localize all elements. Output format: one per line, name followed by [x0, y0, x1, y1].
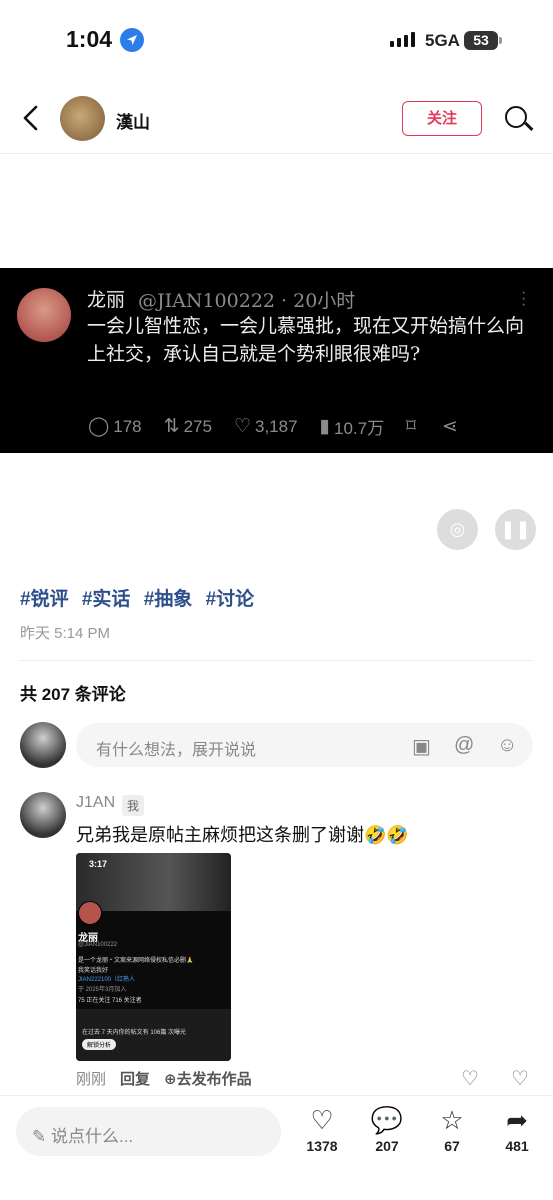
tag-link[interactable]: #讨论 — [206, 589, 255, 610]
img-avatar — [78, 901, 102, 925]
img-button: 解锁分析 — [82, 1039, 117, 1050]
search-icon[interactable] — [505, 106, 527, 128]
comment-dislike-icon[interactable]: ♡ — [511, 1066, 529, 1091]
like-total: 1378 — [306, 1138, 338, 1154]
self-badge: 我 — [122, 795, 145, 816]
img-line2: 我笑话我好 — [78, 968, 109, 974]
img-line5: 75 正在关注 716 关注者 — [78, 998, 142, 1004]
reply-count: 178 — [113, 416, 142, 436]
battery-icon: 53 — [464, 31, 498, 50]
img-line6: 在过去 7 天内你的帖文有 106篇 次曝光 — [82, 1030, 187, 1036]
scan-icon[interactable]: ◎ — [437, 509, 478, 550]
comment-meta: 刚刚 回复 ⊕去发布作品 — [76, 1068, 252, 1089]
view-count: 10.7万 — [334, 419, 385, 438]
comment-avatar[interactable] — [20, 792, 66, 838]
search-icon-handle — [524, 121, 534, 131]
reply-button[interactable]: 回复 — [120, 1071, 150, 1088]
img-line4: 于 2025年3月加入 — [78, 987, 127, 993]
share-action[interactable]: ➦ 481 — [487, 1104, 547, 1154]
like-icon: ♡ — [233, 416, 251, 437]
battery-tip — [499, 37, 502, 44]
comment-action[interactable]: 💬 207 — [357, 1104, 417, 1154]
tag-link[interactable]: #锐评 — [20, 589, 69, 610]
views-icon: ▮ — [319, 416, 330, 437]
retweet-icon: ⇅ — [163, 416, 180, 437]
img-line3: JIAN222100（红熟人 — [78, 977, 136, 983]
comment-count: 共 207 条评论 — [20, 685, 126, 704]
like-action[interactable]: ♡ 1378 — [292, 1104, 352, 1154]
img-handle: @JIAN100222 — [78, 942, 118, 948]
signal-icon — [390, 32, 415, 47]
tweet-text: 一会儿智性恋，一会儿慕强批，现在又开始搞什么向上社交，承认自己就是个势利眼很难吗… — [87, 315, 525, 365]
favorite-total: 67 — [444, 1138, 460, 1154]
divider — [0, 153, 553, 154]
image-icon[interactable]: ▣ — [412, 734, 431, 759]
heart-icon: ♡ — [310, 1105, 334, 1135]
tweet-stats: ◯ 178 ⇅ 275 ♡ 3,187 ▮ 10.7万 ⌑ ⋖ — [88, 414, 528, 439]
comment-input-placeholder[interactable]: 有什么想法，展开说说 — [96, 736, 256, 760]
divider — [20, 660, 533, 661]
tag-link[interactable]: #抽象 — [144, 589, 193, 610]
tag-list: #锐评 #实话 #抽象 #讨论 — [20, 584, 260, 611]
my-avatar — [20, 722, 66, 768]
retweet-count: 275 — [183, 416, 212, 436]
network-label: 5GA — [425, 31, 460, 50]
share-arrow-icon: ➦ — [506, 1105, 528, 1135]
mention-icon[interactable]: @ — [454, 734, 474, 757]
favorite-action[interactable]: ☆ 67 — [422, 1104, 482, 1154]
tweet-handle-time: @JIAN100222 · 20小时 — [138, 290, 356, 312]
more-icon: · · · — [521, 284, 527, 313]
comment-image[interactable]: 3:17 龙丽 @JIAN100222 是一个龙丽・文案来源网络侵权私信必删🙏 … — [76, 853, 231, 1061]
username[interactable]: 漢山 — [116, 108, 150, 133]
status-time: 1:04 — [66, 26, 113, 52]
follow-button[interactable]: 关注 — [402, 101, 482, 136]
emoji-icon[interactable]: ☺ — [497, 734, 517, 757]
pencil-icon: ✎ — [32, 1127, 47, 1146]
say-placeholder[interactable]: ✎ 说点什么... — [32, 1122, 133, 1147]
post-time: 昨天 5:14 PM — [20, 625, 111, 642]
comment-icon: 💬 — [370, 1105, 404, 1135]
bookmark-icon: ⌑ — [406, 416, 416, 437]
tag-link[interactable]: #实话 — [82, 589, 131, 610]
publish-link[interactable]: ⊕去发布作品 — [164, 1071, 252, 1088]
reply-icon: ◯ — [88, 416, 110, 437]
img-time: 3:17 — [89, 859, 108, 869]
star-icon: ☆ — [440, 1105, 464, 1135]
tweet-author-name: 龙丽 — [87, 289, 126, 311]
comment-like-icon[interactable]: ♡ — [461, 1066, 479, 1091]
tweet-avatar — [17, 288, 71, 342]
share-icon: ⋖ — [441, 416, 458, 437]
divider — [0, 1095, 553, 1096]
comment-author[interactable]: J1AN — [76, 794, 115, 812]
comment-total: 207 — [375, 1138, 399, 1154]
back-icon[interactable] — [20, 104, 42, 135]
comment-time: 刚刚 — [76, 1071, 107, 1088]
share-total: 481 — [505, 1138, 529, 1154]
avatar[interactable] — [60, 96, 105, 141]
pause-icon[interactable]: ❚❚ — [495, 509, 536, 550]
comment-text: 兄弟我是原帖主麻烦把这条删了谢谢🤣🤣 — [76, 825, 409, 845]
like-count: 3,187 — [254, 416, 298, 436]
location-icon — [120, 28, 144, 52]
img-line1: 是一个龙丽・文案来源网络侵权私信必删🙏 — [78, 958, 194, 964]
